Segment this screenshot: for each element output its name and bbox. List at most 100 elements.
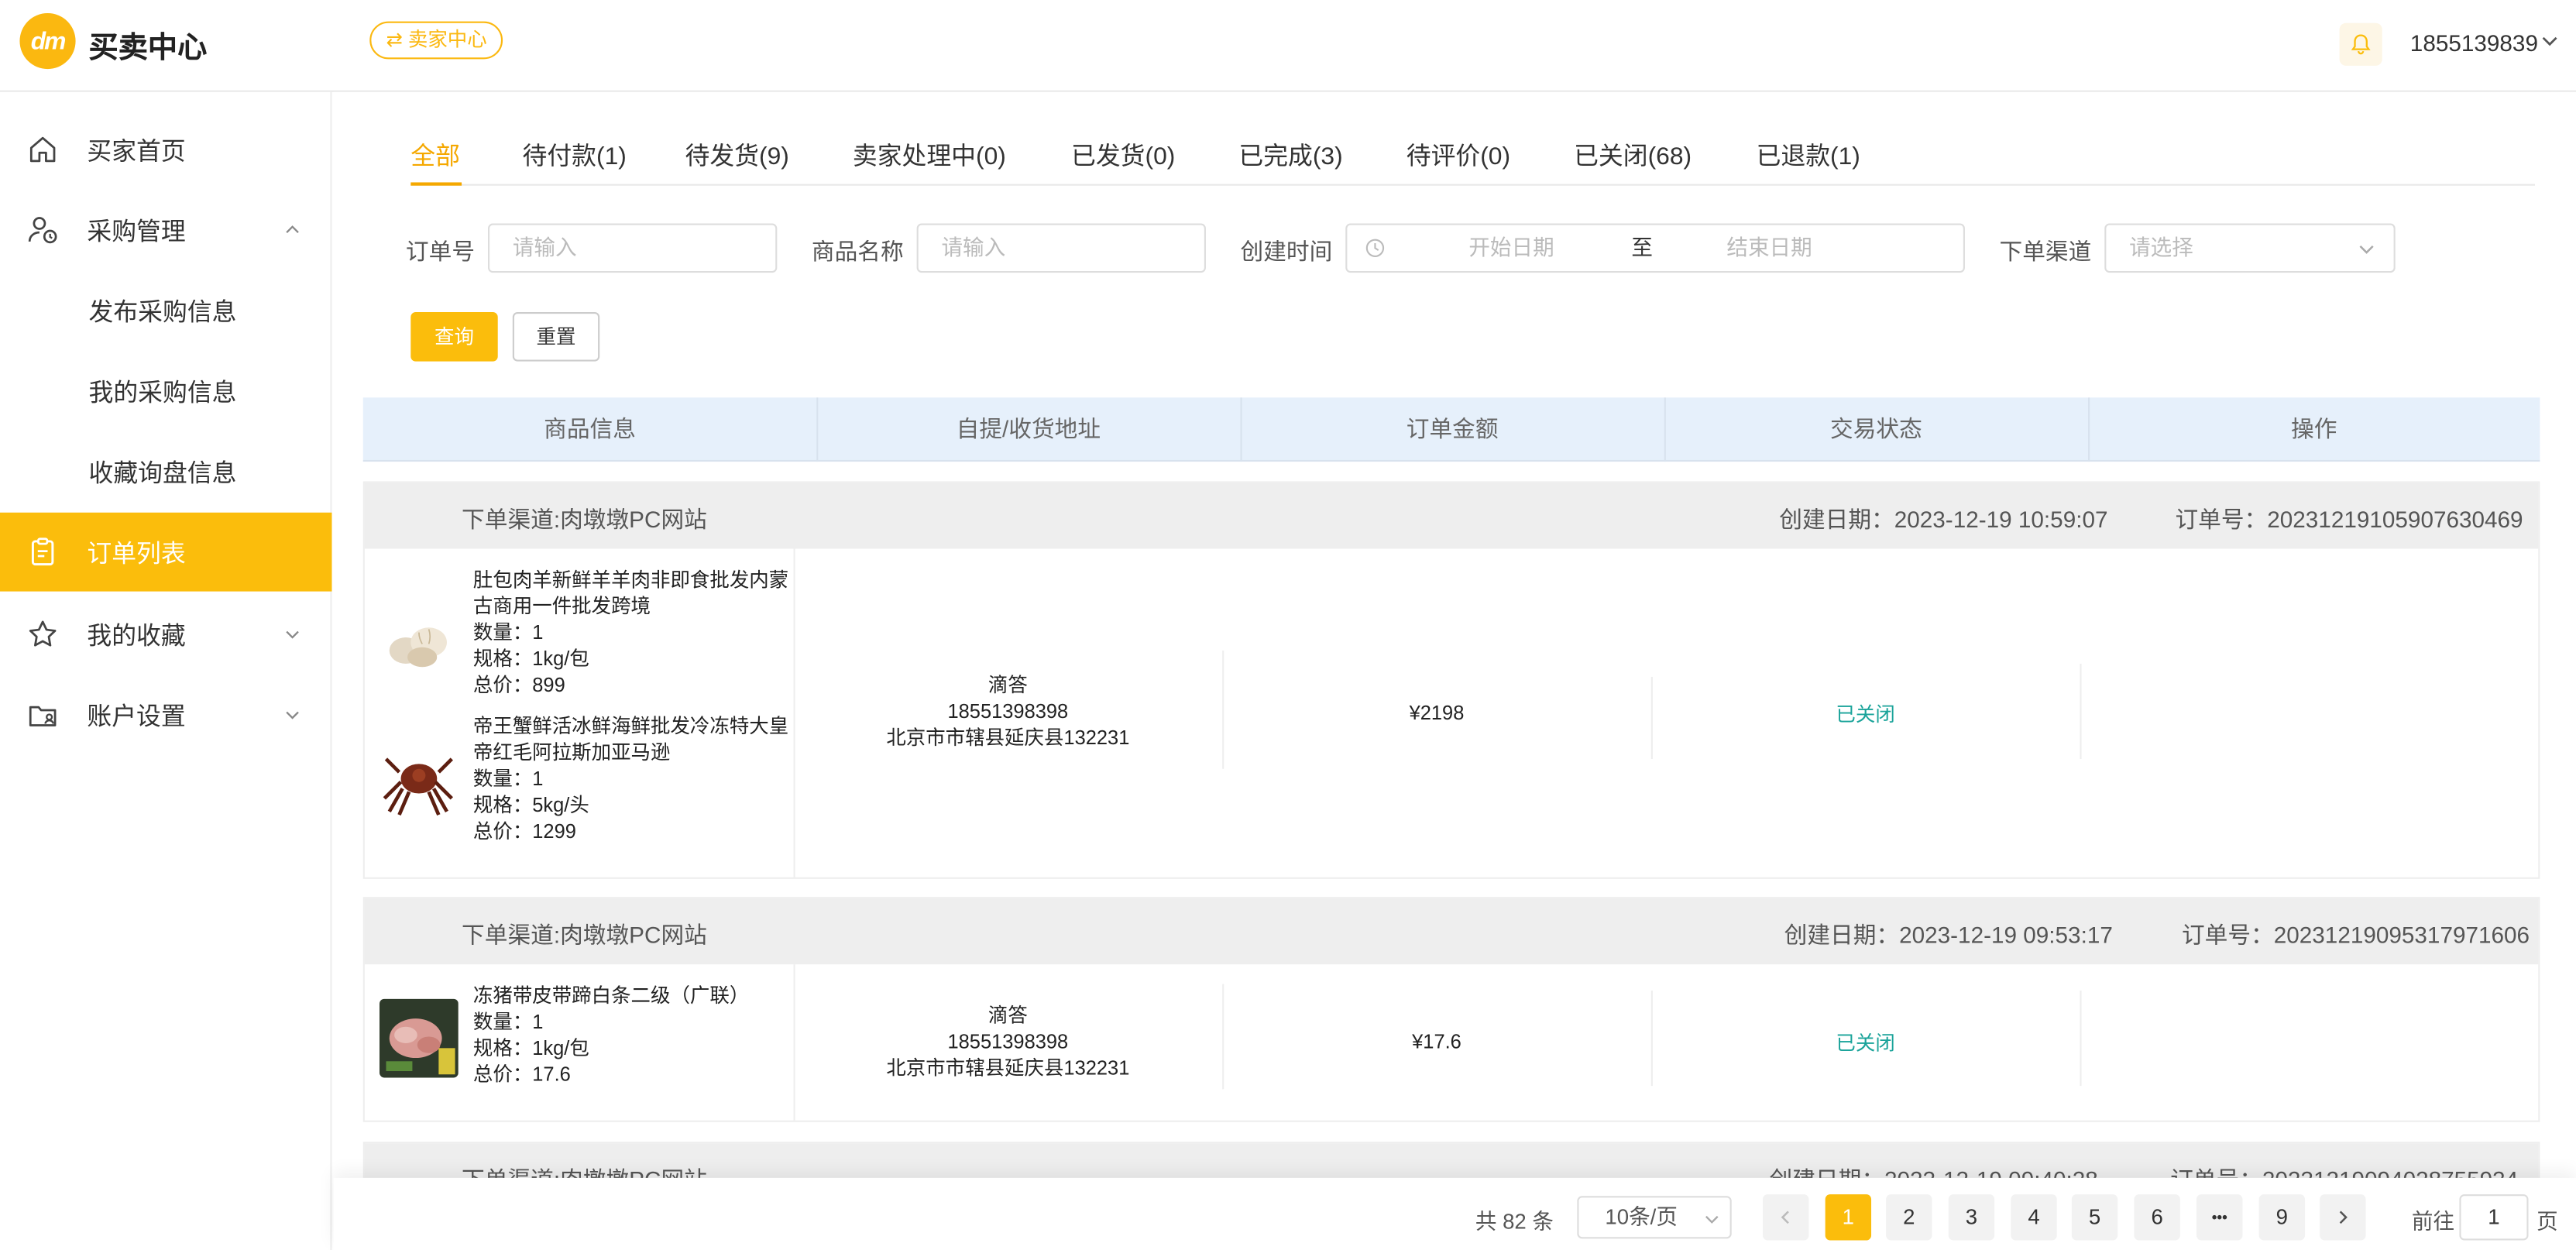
channel-label: 下单渠道: [1999, 238, 2092, 265]
product-total: 总价：899: [472, 673, 565, 697]
column-header-status: 交易状态: [1830, 415, 1922, 442]
product-name[interactable]: 冻猪带皮带蹄白条二级（广联）: [473, 982, 795, 1008]
query-button[interactable]: 查询: [410, 312, 498, 362]
tab-completed[interactable]: 已完成(3): [1238, 138, 1342, 173]
product-image[interactable]: [379, 742, 459, 822]
sidebar-item-label: 我的收藏: [87, 621, 186, 650]
product-quantity: 数量：1: [472, 620, 544, 644]
switch-seller-center-button[interactable]: ⇄ 卖家中心: [369, 21, 503, 60]
recipient-phone: 18551398398: [947, 1029, 1069, 1053]
order-status: 已关闭: [1836, 1032, 1895, 1055]
user-name[interactable]: 1855139839: [2410, 29, 2538, 56]
order-no-label: 订单号: [405, 238, 476, 265]
order-no-input[interactable]: 请输入: [487, 223, 778, 273]
product-info: 冻猪带皮带蹄白条二级（广联） 数量：1 规格：1kg/包 总价：17.6: [473, 982, 795, 1087]
chevron-down-icon: [1705, 1215, 1719, 1224]
top-header: dm 买卖中心 ⇄ 卖家中心 1855139839: [0, 0, 2576, 92]
page-button-1[interactable]: 1: [1825, 1194, 1872, 1241]
clipboard-icon: [31, 537, 54, 566]
order-status: 已关闭: [1836, 702, 1895, 726]
end-date-input[interactable]: 结束日期: [1726, 225, 1812, 271]
sidebar-item-label: 收藏询盘信息: [88, 458, 237, 487]
goto-label: 前往: [2411, 1209, 2455, 1235]
address-line: 北京市市辖县延庆县132231: [886, 726, 1130, 750]
product-total: 总价：1299: [472, 819, 576, 843]
page-size-select[interactable]: 10条/页: [1577, 1196, 1732, 1239]
sidebar-item-buyer-home[interactable]: 买家首页: [0, 110, 331, 189]
order-body: 冻猪带皮带蹄白条二级（广联） 数量：1 规格：1kg/包 总价：17.6 滴答 …: [365, 964, 2538, 1121]
goto-page-input[interactable]: 1: [2459, 1194, 2529, 1241]
sidebar-item-purchase-management[interactable]: 采购管理: [0, 191, 331, 270]
column-header-product: 商品信息: [544, 415, 636, 442]
chevron-down-icon: [286, 630, 299, 639]
sidebar-item-label: 订单列表: [87, 539, 186, 568]
app-title: 买卖中心: [88, 31, 208, 64]
order-card: 下单渠道:肉墩墩PC网站 创建日期：2023-12-19 10:59:07 订单…: [362, 481, 2540, 879]
product-spec: 规格：5kg/头: [472, 793, 589, 817]
order-card: 下单渠道:肉墩墩PC网站 创建日期：2023-12-19 09:53:17 订单…: [362, 897, 2540, 1122]
page-button-2[interactable]: 2: [1886, 1194, 1932, 1241]
table-header: 商品信息 自提/收货地址 订单金额 交易状态 操作: [362, 397, 2540, 462]
order-number: 订单号：20231219095317971606: [2181, 921, 2530, 948]
sidebar-item-my-purchases[interactable]: 我的采购信息: [0, 352, 331, 431]
column-header-address: 自提/收货地址: [956, 415, 1101, 442]
channel-select[interactable]: 请选择: [2104, 223, 2396, 273]
product-name-input[interactable]: 请输入: [916, 223, 1206, 273]
start-date-input[interactable]: 开始日期: [1468, 225, 1554, 271]
page-button-3[interactable]: 3: [1948, 1194, 1995, 1241]
tab-all[interactable]: 全部: [410, 138, 460, 173]
delivery-address: 滴答 18551398398 北京市市辖县延庆县132231: [794, 672, 1223, 751]
sidebar-item-order-list[interactable]: 订单列表: [0, 512, 332, 592]
total-count: 共 82 条: [1475, 1209, 1554, 1235]
notification-bell-icon[interactable]: [2339, 22, 2382, 66]
order-channel: 下单渠道:肉墩墩PC网站: [462, 921, 707, 948]
order-created-date: 创建日期：2023-12-19 09:53:17: [1784, 921, 2113, 948]
order-created-date: 创建日期：2023-12-19 10:59:07: [1779, 506, 2108, 533]
sidebar-item-label: 账户设置: [87, 702, 186, 730]
product-image[interactable]: [379, 601, 459, 681]
star-icon: [29, 620, 57, 647]
delivery-address: 滴答 18551398398 北京市市辖县延庆县132231: [794, 1002, 1223, 1081]
sidebar-item-my-favorites[interactable]: 我的收藏: [0, 595, 331, 674]
sidebar-item-publish-purchase[interactable]: 发布采购信息: [0, 271, 331, 350]
date-range-picker[interactable]: 开始日期 至 结束日期: [1345, 223, 1965, 273]
sidebar-item-label: 买家首页: [87, 137, 186, 166]
page-button-5[interactable]: 5: [2071, 1194, 2118, 1241]
sidebar-item-account-settings[interactable]: 账户设置: [0, 675, 331, 754]
product-spec: 规格：1kg/包: [472, 647, 589, 671]
next-page-button[interactable]: [2320, 1194, 2366, 1241]
order-number: 订单号：20231219105907630469: [2175, 506, 2523, 533]
prev-page-button[interactable]: [1763, 1194, 1809, 1241]
column-header-actions: 操作: [2291, 415, 2337, 442]
more-pages-button[interactable]: •••: [2196, 1194, 2243, 1241]
chevron-left-icon: [1781, 1211, 1789, 1224]
tab-pending-payment[interactable]: 待付款(1): [523, 138, 627, 173]
chevron-down-icon[interactable]: [2540, 31, 2559, 50]
column-divider: [2080, 663, 2082, 759]
tab-pending-review[interactable]: 待评价(0): [1406, 138, 1510, 173]
sidebar-item-label: 我的采购信息: [88, 378, 237, 407]
pagination: 共 82 条 10条/页 1 2 3 4 5 6 ••• 9 前往 1 页: [333, 1177, 2576, 1250]
tab-refunded[interactable]: 已退款(1): [1757, 138, 1860, 173]
tab-seller-processing[interactable]: 卖家处理中(0): [853, 138, 1006, 173]
tab-closed[interactable]: 已关闭(68): [1574, 138, 1692, 173]
page-button-6[interactable]: 6: [2134, 1194, 2180, 1241]
sidebar-item-label: 采购管理: [87, 218, 186, 246]
product-name[interactable]: 帝王蟹鲜活冰鲜海鲜批发冷冻特大皇帝红毛阿拉斯加亚马逊: [473, 713, 795, 766]
tab-pending-shipment[interactable]: 待发货(9): [685, 138, 789, 173]
address-line: 北京市市辖县延庆县132231: [886, 1056, 1130, 1080]
page-button-4[interactable]: 4: [2011, 1194, 2057, 1241]
product-list: 肚包肉羊新鲜羊羊肉非即食批发内蒙古商用一件批发跨境 数量：1 规格：1kg/包 …: [365, 548, 794, 877]
created-time-label: 创建时间: [1240, 238, 1333, 265]
reset-button[interactable]: 重置: [512, 312, 600, 362]
recipient-phone: 18551398398: [947, 699, 1069, 723]
product-image[interactable]: [379, 998, 459, 1078]
product-quantity: 数量：1: [472, 1010, 544, 1034]
page-button-9[interactable]: 9: [2258, 1194, 2306, 1241]
tab-shipped[interactable]: 已发货(0): [1071, 138, 1175, 173]
home-icon: [29, 136, 56, 163]
sidebar-item-saved-inquiries[interactable]: 收藏询盘信息: [0, 432, 331, 511]
chevron-right-icon: [2339, 1211, 2348, 1224]
user-clock-icon: [28, 217, 57, 244]
product-name[interactable]: 肚包肉羊新鲜羊羊肉非即食批发内蒙古商用一件批发跨境: [473, 567, 795, 620]
